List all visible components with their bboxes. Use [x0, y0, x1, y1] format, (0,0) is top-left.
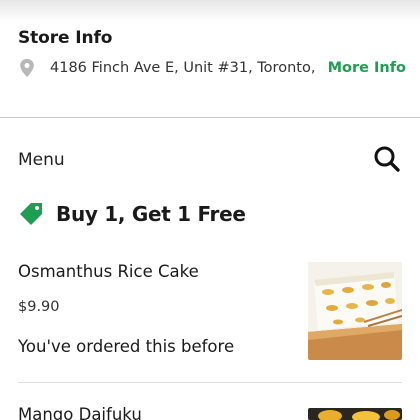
more-info-link[interactable]: More Info: [328, 60, 406, 76]
top-shadow: [0, 0, 420, 22]
store-address-row: 4186 Finch Ave E, Unit #31, Toronto, ON …: [18, 56, 406, 80]
store-info-title: Store Info: [18, 28, 113, 48]
store-address: 4186 Finch Ave E, Unit #31, Toronto, ON: [50, 60, 316, 76]
item-price: $9.90: [18, 299, 60, 315]
promo-banner: Buy 1, Get 1 Free: [18, 200, 246, 228]
tag-icon: [20, 203, 42, 225]
item-name: Osmanthus Rice Cake: [18, 262, 199, 281]
section-divider: [0, 117, 420, 118]
menu-item-mango-daifuku[interactable]: Mango Daifuku: [0, 400, 420, 420]
item-divider: [18, 382, 402, 383]
menu-item-osmanthus-rice-cake[interactable]: Osmanthus Rice Cake $9.90 You've ordered…: [0, 258, 420, 368]
item-image: [308, 262, 402, 360]
ordered-before-note: You've ordered this before: [18, 337, 235, 356]
item-name: Mango Daifuku: [18, 405, 142, 420]
menu-heading: Menu: [18, 150, 65, 170]
item-image: [308, 408, 402, 420]
location-pin-icon: [20, 58, 34, 78]
promo-text: Buy 1, Get 1 Free: [56, 202, 246, 226]
search-icon[interactable]: [372, 144, 402, 174]
